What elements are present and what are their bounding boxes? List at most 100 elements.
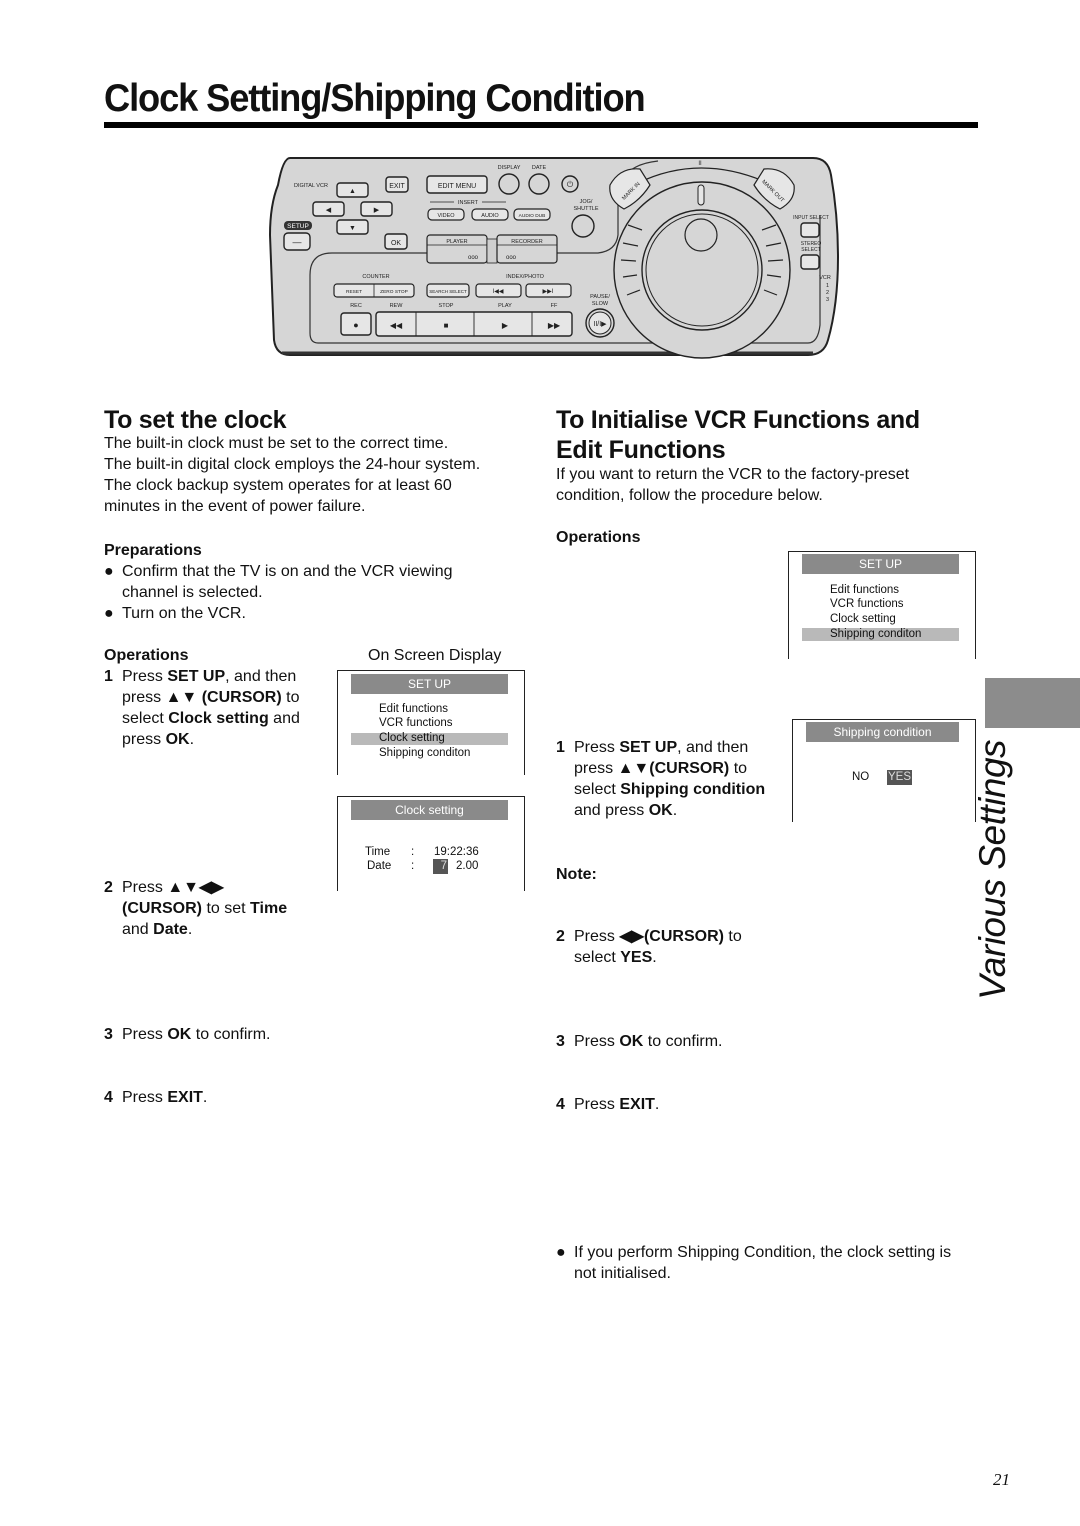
date-label: Date: [367, 860, 392, 872]
recorder-indicators: ooo: [506, 255, 517, 261]
osd-header: SET UP: [802, 554, 959, 574]
title-rule: [104, 122, 978, 128]
step-keyword: Time: [250, 900, 288, 917]
date-label: DATE: [532, 165, 547, 171]
audio-dub-key-label: AUDIO DUB: [519, 213, 546, 219]
up-arrow-icon: ▲: [349, 188, 356, 195]
step-keyword: OK: [648, 802, 673, 819]
time-label: Time: [365, 846, 391, 858]
step-text: press: [122, 731, 166, 748]
rew-label: REW: [390, 303, 404, 309]
step-keyword: SET UP: [619, 739, 678, 756]
bullet-text: Confirm that the TV is on and the VCR vi…: [122, 563, 453, 580]
osd-shipping-condition: Shipping condition NO YES: [792, 719, 976, 822]
step-text: and: [268, 710, 300, 727]
recorder-label: RECORDER: [511, 239, 543, 245]
step-number: 2: [556, 928, 565, 945]
osd-clock-setting: Clock setting Time : 19:22:36 Date : 7 2…: [337, 796, 525, 891]
counter-label: COUNTER: [362, 274, 389, 280]
osd-setup-menu-shipping: SET UP Edit functions VCR functions Cloc…: [788, 551, 976, 659]
clock-intro: The built-in clock must be set to the co…: [104, 433, 524, 517]
bullet-text: channel is selected.: [122, 584, 263, 601]
step-text: .: [202, 1089, 208, 1106]
left-arrow-icon: ◀: [326, 207, 332, 214]
step-keyword: ▲▼ (CURSOR): [165, 689, 282, 706]
remote-control-illustration: DIGITAL VCR ▲ ◀ ▶ ▼ EXIT SETUP — OK EDIT…: [268, 155, 840, 360]
search-select-key-label: SEARCH SELECT: [429, 289, 467, 294]
time-separator: :: [411, 846, 415, 858]
shipping-intro: If you want to return the VCR to the fac…: [556, 464, 976, 506]
intro-line: minutes in the event of power failure.: [104, 498, 366, 515]
step-number: 2: [104, 879, 113, 896]
step-4: 4 Press EXIT.: [556, 1094, 804, 1115]
step-keyword: (CURSOR): [122, 900, 202, 917]
step-3: 3 Press OK to confirm.: [104, 1024, 342, 1045]
exit-key-label: EXIT: [389, 183, 405, 190]
svg-text:⏻: ⏻: [567, 180, 574, 189]
intro-line: The built-in digital clock employs the 2…: [104, 456, 481, 473]
option-no: NO: [852, 771, 870, 783]
heading-line: To Initialise VCR Functions and: [556, 406, 920, 434]
bullet-icon: ●: [104, 605, 114, 622]
section-side-label: Various Settings: [972, 739, 1013, 1000]
step-number: 4: [104, 1089, 113, 1106]
osd-menu-item: Edit functions: [379, 703, 449, 715]
intro-line: condition, follow the procedure below.: [556, 487, 823, 504]
step-number: 3: [556, 1033, 565, 1050]
step-1: 1 Press SET UP, and then press ▲▼(CURSOR…: [556, 737, 804, 821]
step-text: , and then: [225, 668, 297, 685]
step-text: .: [654, 1096, 660, 1113]
jog-label: JOG/: [580, 199, 593, 205]
step-keyword: OK: [619, 1033, 644, 1050]
step-text: press: [574, 760, 618, 777]
osd-menu-item: Shipping conditon: [379, 747, 471, 759]
bullet-text: Turn on the VCR.: [122, 605, 246, 622]
note-text: not initialised.: [574, 1265, 671, 1282]
osd-caption: On Screen Display: [368, 647, 502, 664]
zero-stop-key-label: ZERO STOP: [380, 289, 408, 295]
rewind-icon: ◀◀: [390, 321, 403, 330]
osd-header: SET UP: [351, 674, 508, 694]
display-label: DISPLAY: [498, 165, 521, 171]
step-number: 1: [556, 739, 565, 756]
bullet-icon: ●: [104, 563, 114, 580]
play-icon: ▶: [502, 321, 509, 330]
reset-key-label: RESET: [346, 289, 362, 295]
note-text: If you perform Shipping Condition, the c…: [574, 1244, 952, 1261]
step-text: Press: [574, 1096, 620, 1113]
osd-header: Clock setting: [351, 800, 508, 820]
step-keyword: OK: [165, 731, 190, 748]
section-tab-marker: [985, 678, 1080, 728]
date-value: 2.00: [456, 860, 479, 872]
step-text: to: [723, 928, 742, 945]
edit-menu-key-label: EDIT MENU: [438, 183, 476, 190]
bullet-icon: ●: [556, 1244, 566, 1261]
step-keyword: ◀▶(CURSOR): [619, 928, 724, 945]
step-text: Press: [122, 668, 168, 685]
osd-setup-menu-clock: SET UP Edit functions VCR functions Cloc…: [337, 670, 525, 775]
right-arrow-icon: ▶: [374, 207, 380, 214]
step-4: 4 Press EXIT.: [104, 1087, 342, 1108]
osd-menu-item: Clock setting: [830, 613, 896, 625]
intro-line: If you want to return the VCR to the fac…: [556, 466, 910, 483]
step-text: Press: [122, 1026, 168, 1043]
vcr-2-label: 2: [826, 290, 829, 296]
previous-index-icon: I◀◀: [493, 289, 504, 295]
remote-control-drawing: DIGITAL VCR ▲ ◀ ▶ ▼ EXIT SETUP — OK EDIT…: [268, 157, 840, 359]
list-item: ● Confirm that the TV is on and the VCR …: [104, 561, 524, 603]
player-label: PLAYER: [446, 239, 467, 245]
step-keyword: Date: [153, 921, 188, 938]
fast-forward-icon: ▶▶: [548, 321, 561, 330]
osd-menu-item-selected: Clock setting: [379, 732, 445, 744]
step-keyword: ▲▼(CURSOR): [617, 760, 730, 777]
heading-line: Edit Functions: [556, 436, 726, 464]
step-text: Press: [574, 739, 620, 756]
slow-label: SLOW: [592, 301, 609, 307]
ok-key-label: OK: [391, 240, 401, 247]
step-text: .: [652, 949, 657, 966]
operations-heading: Operations: [556, 529, 641, 546]
page-title: Clock Setting/Shipping Condition: [104, 77, 646, 120]
osd-menu-item-selected: Shipping conditon: [830, 628, 922, 640]
osd-menu-item: VCR functions: [379, 717, 453, 729]
pause-icon: II: [698, 161, 702, 167]
